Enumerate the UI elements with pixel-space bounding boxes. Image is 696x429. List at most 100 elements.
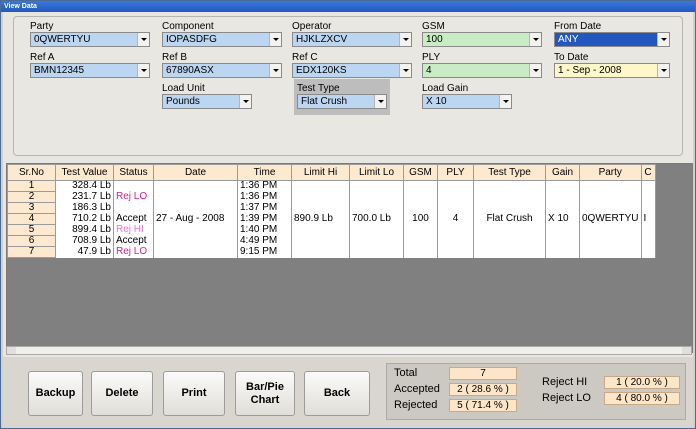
ref-c-select[interactable]: EDX120KS <box>292 63 412 78</box>
ref-c-value: EDX120KS <box>296 65 347 76</box>
cell-test-value: 47.9 Lb <box>55 246 114 258</box>
col-header-gsm[interactable]: GSM <box>403 164 438 181</box>
chevron-down-icon[interactable] <box>657 33 669 46</box>
col-header-ply[interactable]: PLY <box>437 164 474 181</box>
cell-c: I <box>640 213 656 225</box>
test-type-value: Flat Crush <box>301 96 348 107</box>
chevron-down-icon[interactable] <box>399 64 411 77</box>
chevron-down-icon[interactable] <box>499 95 511 108</box>
test-type-select[interactable]: Flat Crush <box>297 94 387 109</box>
cell-status: Accept <box>113 235 154 247</box>
ref-a-select[interactable]: BMN12345 <box>30 63 150 78</box>
chevron-down-icon[interactable] <box>239 95 251 108</box>
load-unit-select[interactable]: Pounds <box>162 94 252 109</box>
back-button[interactable]: Back <box>304 371 370 416</box>
component-value: IOPASDFG <box>166 34 217 45</box>
chevron-down-icon[interactable] <box>399 33 411 46</box>
col-header-time[interactable]: Time <box>237 164 292 181</box>
results-table: Sr.No Test Value Status Date Time Limit … <box>7 164 656 258</box>
print-button[interactable]: Print <box>163 371 225 416</box>
col-header-sr-no[interactable]: Sr.No <box>7 164 56 181</box>
ref-a-value: BMN12345 <box>34 65 85 76</box>
col-header-test-type[interactable]: Test Type <box>473 164 546 181</box>
cell-test-value: 899.4 Lb <box>55 224 114 236</box>
party-field: Party 0QWERTYU <box>30 21 150 47</box>
data-grid[interactable]: Sr.No Test Value Status Date Time Limit … <box>6 163 693 353</box>
col-header-status[interactable]: Status <box>113 164 154 181</box>
cell-date <box>153 224 238 236</box>
cell-time: 4:49 PM <box>237 235 292 247</box>
component-label: Component <box>162 21 214 32</box>
operator-select[interactable]: HJKLZXCV <box>292 32 412 47</box>
chevron-down-icon[interactable] <box>137 64 149 77</box>
component-select[interactable]: IOPASDFG <box>162 32 282 47</box>
col-header-gain[interactable]: Gain <box>545 164 580 181</box>
cell-date <box>153 191 238 203</box>
col-header-limit-lo[interactable]: Limit Lo <box>349 164 404 181</box>
cell-date <box>153 202 238 214</box>
table-row[interactable]: 7 47.9 Lb Rej LO 9:15 PM <box>7 246 656 258</box>
load-gain-select[interactable]: X 10 <box>422 94 512 109</box>
backup-button[interactable]: Backup <box>28 371 83 416</box>
scroll-left-icon[interactable] <box>7 347 16 354</box>
gsm-select[interactable]: 100 <box>422 32 542 47</box>
to-date-label: To Date <box>554 52 589 63</box>
load-unit-value: Pounds <box>166 96 200 107</box>
party-value: 0QWERTYU <box>34 34 91 45</box>
ply-value: 4 <box>426 65 432 76</box>
col-header-c[interactable]: C <box>640 164 656 181</box>
bar-pie-chart-button[interactable]: Bar/Pie Chart <box>235 371 295 416</box>
operator-label: Operator <box>292 21 332 32</box>
col-header-limit-hi[interactable]: Limit Hi <box>291 164 350 181</box>
party-select[interactable]: 0QWERTYU <box>30 32 150 47</box>
table-row[interactable]: 4 710.2 Lb Accept 27 - Aug - 2008 1:39 P… <box>7 213 656 225</box>
cell-status <box>113 180 154 192</box>
col-header-date[interactable]: Date <box>153 164 238 181</box>
table-row[interactable]: 1 328.4 Lb 1:36 PM <box>7 180 656 192</box>
cell-time: 1:36 PM <box>237 180 292 192</box>
reject-hi-label: Reject HI <box>542 376 588 388</box>
reject-lo-value: 4 ( 80.0 % ) <box>604 392 680 405</box>
ref-b-select[interactable]: 67890ASX <box>162 63 282 78</box>
gsm-value: 100 <box>426 34 443 45</box>
scroll-right-icon[interactable] <box>682 347 691 354</box>
to-date-select[interactable]: 1 - Sep - 2008 <box>554 63 670 78</box>
chevron-down-icon[interactable] <box>374 95 386 108</box>
gsm-label: GSM <box>422 21 445 32</box>
load-gain-field: Load Gain X 10 <box>422 83 512 109</box>
ply-select[interactable]: 4 <box>422 63 542 78</box>
cell-date <box>153 246 238 258</box>
window-title: View Data <box>1 1 695 12</box>
cell-time: 1:36 PM <box>237 191 292 203</box>
cell-party: 0QWERTYU <box>579 213 642 225</box>
cell-date <box>153 235 238 247</box>
col-header-party[interactable]: Party <box>579 164 642 181</box>
col-header-test-value[interactable]: Test Value <box>55 164 114 181</box>
cell-test-value: 328.4 Lb <box>55 180 114 192</box>
ref-a-field: Ref A BMN12345 <box>30 52 150 78</box>
horizontal-scrollbar[interactable] <box>6 346 692 355</box>
cell-test-value: 710.2 Lb <box>55 213 114 225</box>
test-type-field: Test Type Flat Crush <box>294 79 390 115</box>
chevron-down-icon[interactable] <box>269 64 281 77</box>
chevron-down-icon[interactable] <box>529 64 541 77</box>
chevron-down-icon[interactable] <box>529 33 541 46</box>
chevron-down-icon[interactable] <box>137 33 149 46</box>
cell-time: 1:37 PM <box>237 202 292 214</box>
ply-label: PLY <box>422 52 441 63</box>
chevron-down-icon[interactable] <box>657 64 669 77</box>
from-date-label: From Date <box>554 21 602 32</box>
rejected-label: Rejected <box>394 399 438 411</box>
cell-gain: X 10 <box>545 213 580 225</box>
ref-a-label: Ref A <box>30 52 55 63</box>
chevron-down-icon[interactable] <box>269 33 281 46</box>
table-row[interactable]: 6 708.9 Lb Accept 4:49 PM <box>7 235 656 247</box>
from-date-select[interactable]: ANY <box>554 32 670 47</box>
cell-gsm: 100 <box>403 213 438 225</box>
load-gain-label: Load Gain <box>422 83 469 94</box>
reject-lo-label: Reject LO <box>542 392 591 404</box>
delete-button[interactable]: Delete <box>91 371 153 416</box>
table-row[interactable]: 3 186.3 Lb 1:37 PM <box>7 202 656 214</box>
table-row[interactable]: 5 899.4 Lb Rej HI 1:40 PM <box>7 224 656 236</box>
table-row[interactable]: 2 231.7 Lb Rej LO 1:36 PM <box>7 191 656 203</box>
